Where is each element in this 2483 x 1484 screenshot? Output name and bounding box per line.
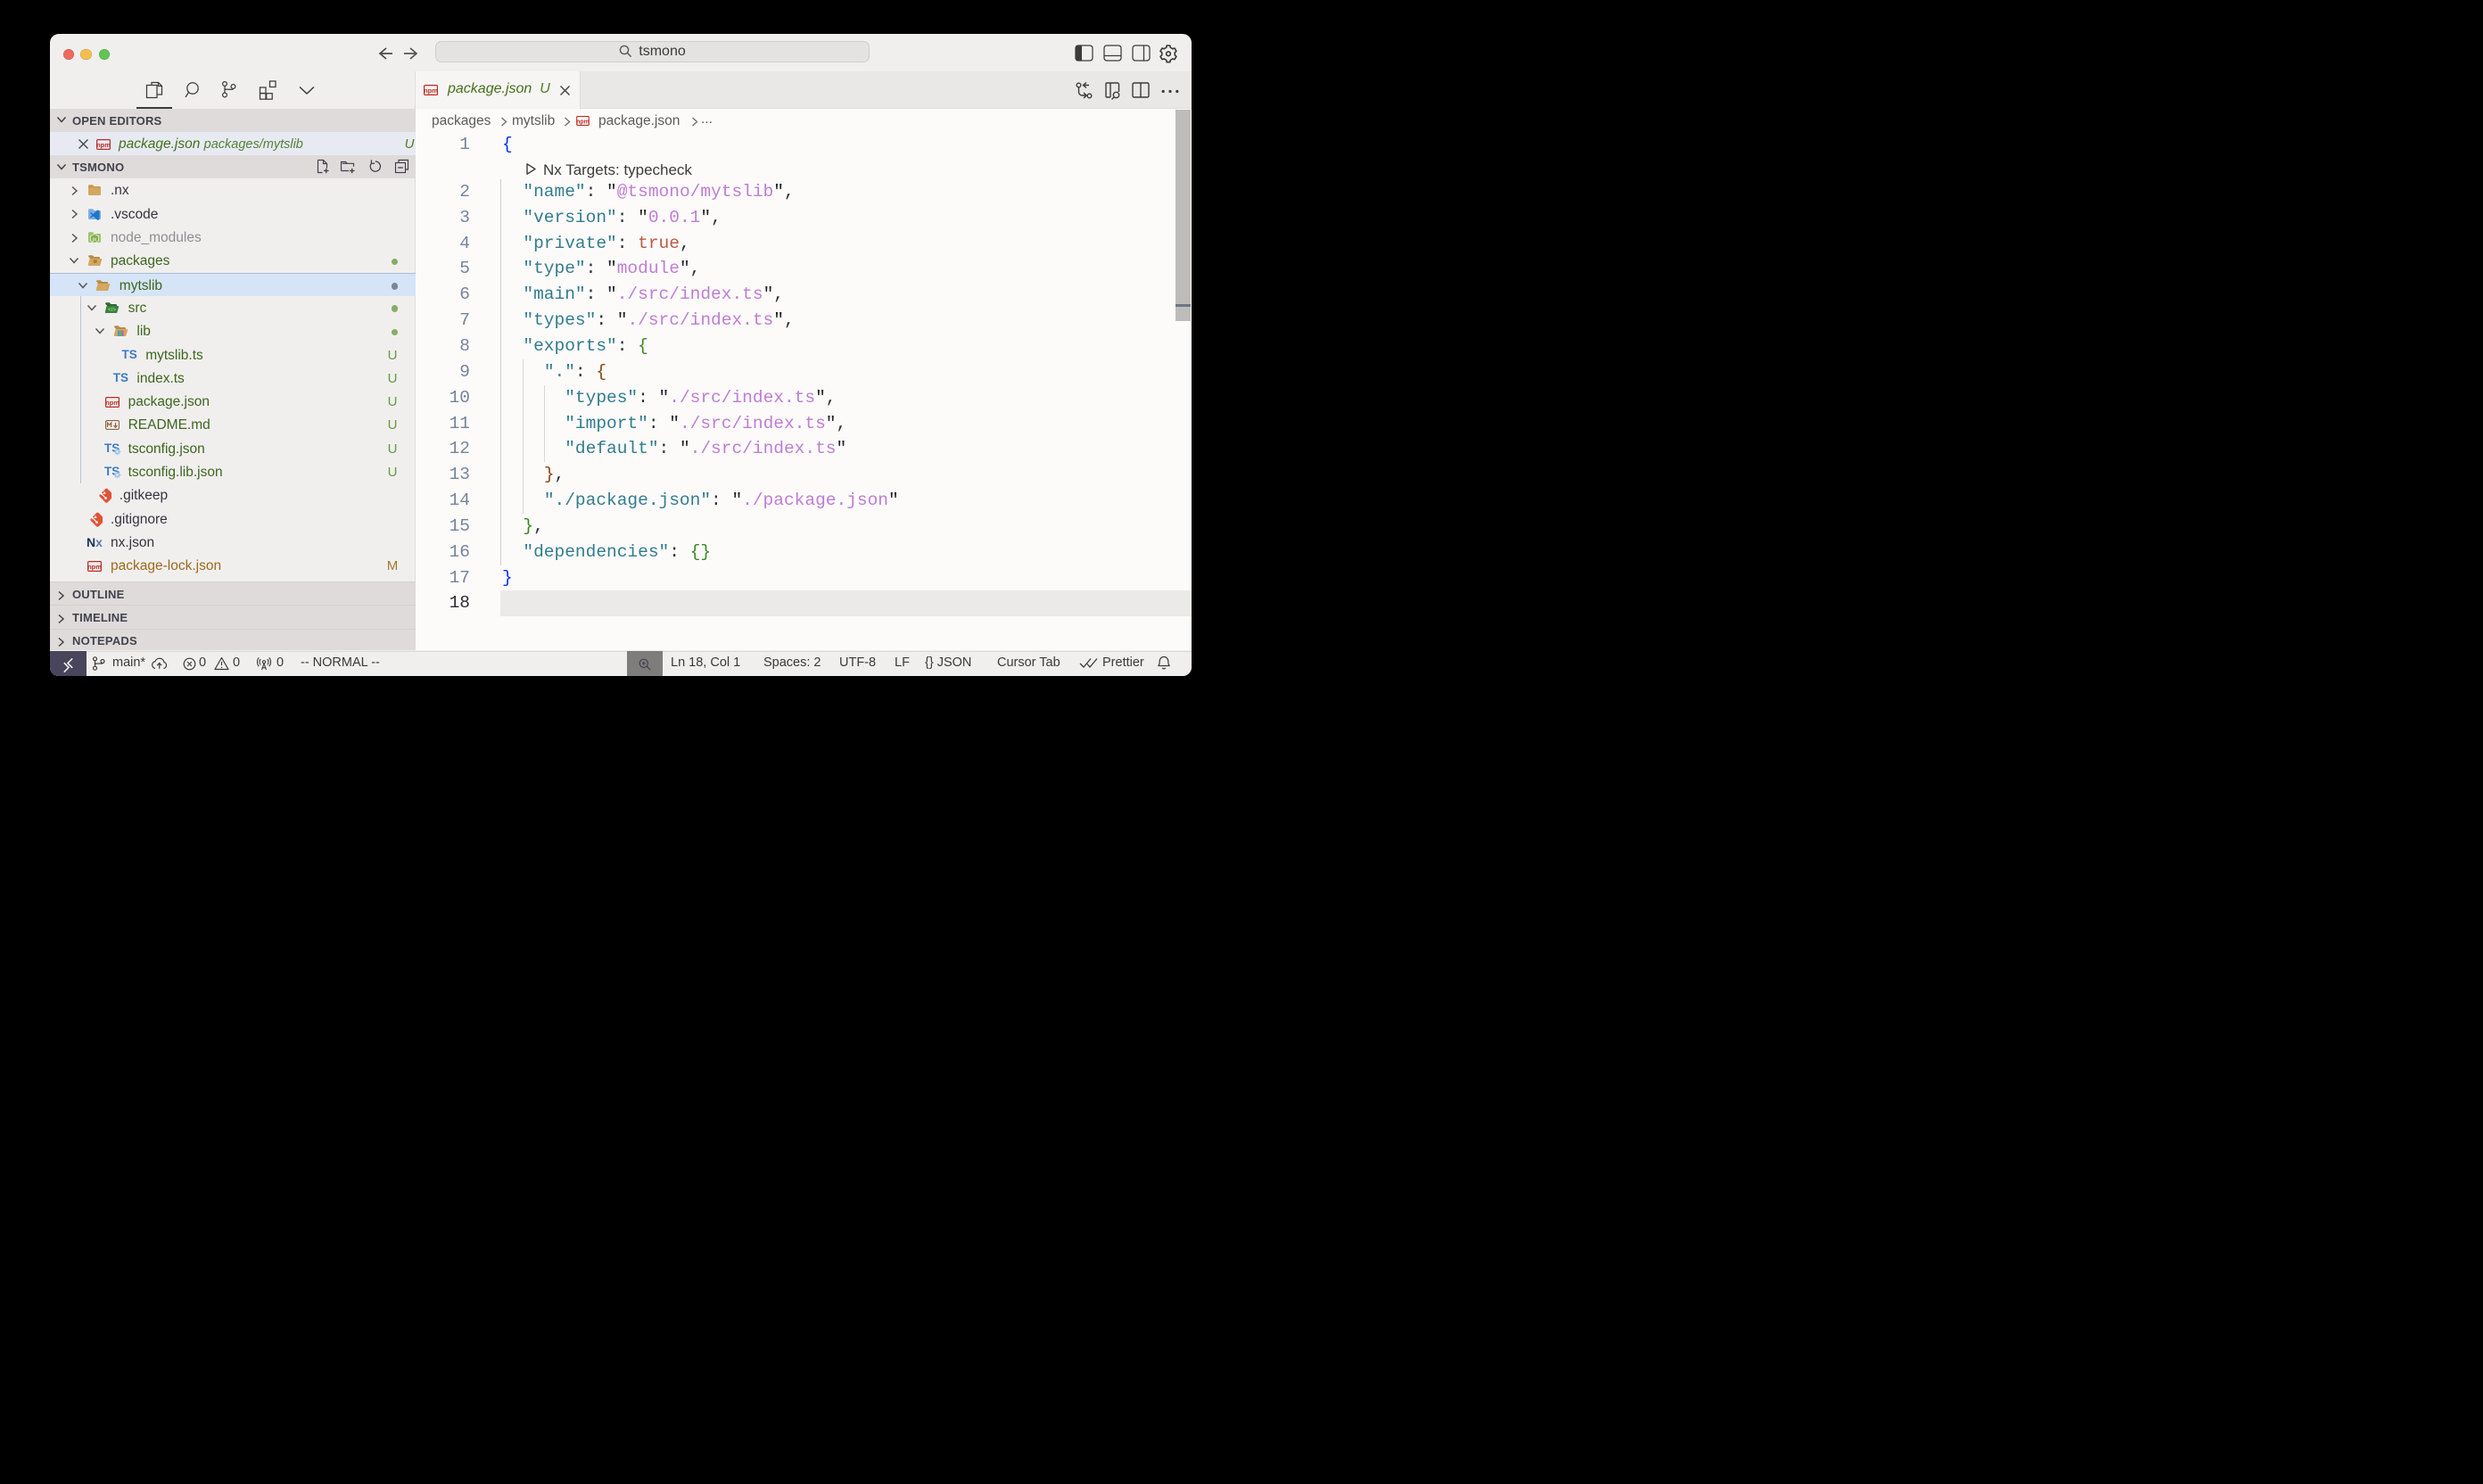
svg-text:npm: npm	[96, 141, 111, 149]
svg-text:npm: npm	[424, 87, 438, 95]
svg-text:</>: </>	[108, 307, 117, 313]
svg-text:js: js	[92, 237, 96, 243]
svg-text:npm: npm	[87, 563, 102, 571]
svg-text:npm: npm	[105, 399, 120, 407]
svg-text:npm: npm	[576, 119, 589, 125]
